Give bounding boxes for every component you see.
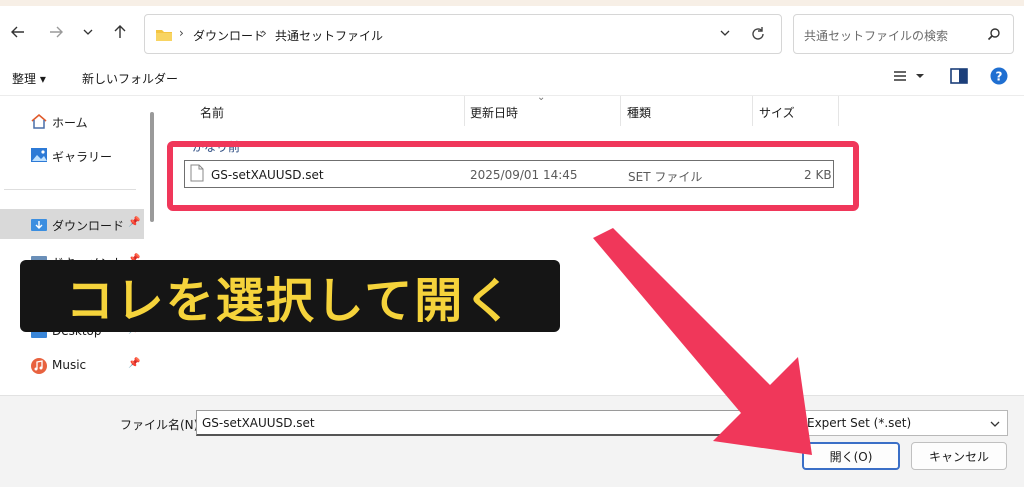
cancel-button[interactable]: キャンセル (911, 442, 1007, 470)
help-icon[interactable]: ? (990, 67, 1008, 85)
sidebar-item-home[interactable]: ホーム (0, 106, 144, 136)
folder-icon (156, 30, 172, 41)
back-arrow-icon (11, 26, 24, 38)
sidebar-scrollbar[interactable] (150, 112, 154, 222)
breadcrumb-item-downloads[interactable]: ダウンロード (193, 27, 265, 44)
column-divider[interactable] (752, 96, 753, 126)
svg-text:?: ? (996, 70, 1003, 84)
annotation-caption: コレを選択して開く (20, 260, 560, 332)
back-button[interactable] (6, 20, 30, 44)
column-header-type[interactable]: 種類 (627, 104, 651, 121)
sidebar-item-gallery[interactable]: ギャラリー (0, 140, 144, 170)
preview-pane-icon[interactable] (950, 68, 968, 84)
sidebar-item-downloads[interactable]: ダウンロード 📌 (0, 209, 144, 239)
gallery-icon (31, 148, 47, 162)
search-input[interactable]: 共通セットファイルの検索 (804, 27, 948, 44)
home-icon (31, 113, 47, 129)
sidebar-item-label: ダウンロード (52, 219, 125, 233)
column-divider[interactable] (620, 96, 621, 126)
file-list: ⌄ 名前 更新日時 種類 サイズ かなり前 GS-setXAUUSD.set 2… (164, 92, 1024, 395)
search-icon (987, 28, 1000, 41)
column-header-name[interactable]: 名前 (200, 104, 224, 121)
filename-input[interactable]: GS-setXAUUSD.set (196, 410, 788, 436)
filename-value: GS-setXAUUSD.set (202, 416, 315, 430)
column-header-size[interactable]: サイズ (759, 104, 795, 121)
column-divider[interactable] (838, 96, 839, 126)
pin-icon: 📌 (128, 358, 141, 369)
dialog-footer: ファイル名(N): GS-setXAUUSD.set Expert Set (*… (0, 395, 1024, 487)
sidebar-item-music[interactable]: Music 📌 (0, 350, 144, 380)
chevron-down-icon[interactable] (719, 27, 731, 39)
downloads-folder-icon (31, 219, 47, 231)
organize-menu-button[interactable]: 整理 ▾ (12, 70, 46, 87)
up-button[interactable] (108, 20, 132, 44)
recent-locations-button[interactable] (76, 20, 100, 44)
sidebar-item-label: ホーム (52, 116, 88, 130)
pin-icon: 📌 (128, 217, 141, 228)
file-type-select[interactable]: Expert Set (*.set) (800, 410, 1008, 436)
open-button[interactable]: 開く(O) (802, 442, 900, 470)
new-folder-button[interactable]: 新しいフォルダー (82, 70, 178, 87)
view-options-icon[interactable] (892, 68, 908, 84)
music-icon (31, 358, 47, 374)
column-divider[interactable] (464, 96, 465, 126)
command-bar: 整理 ▾ 新しいフォルダー ? (0, 58, 1024, 96)
search-box[interactable]: 共通セットファイルの検索 (793, 14, 1014, 54)
breadcrumb-separator: › (262, 26, 267, 40)
caret-down-icon[interactable] (916, 72, 924, 80)
chevron-down-icon (83, 29, 93, 35)
navigation-pane: ホーム ギャラリー ダウンロード 📌 ドキュメント 📌 Desktop 📌 Mu… (0, 96, 148, 395)
sidebar-item-label: ギャラリー (52, 150, 113, 164)
chevron-down-icon (990, 421, 1000, 427)
forward-button[interactable] (44, 20, 68, 44)
forward-arrow-icon (50, 26, 63, 38)
column-header-date[interactable]: 更新日時 (470, 104, 518, 121)
address-bar[interactable]: › ダウンロード › 共通セットファイル (144, 14, 782, 54)
highlight-box (167, 141, 859, 211)
up-arrow-icon (114, 25, 126, 38)
sort-chevron-icon: ⌄ (537, 92, 546, 103)
sidebar-divider (4, 189, 136, 190)
filename-label: ファイル名(N): (120, 418, 203, 432)
refresh-icon[interactable] (749, 25, 767, 43)
breadcrumb-separator: › (179, 26, 184, 40)
sidebar-item-label: Music (52, 358, 87, 372)
breadcrumb-item-current[interactable]: 共通セットファイル (275, 27, 383, 44)
navigation-bar: › ダウンロード › 共通セットファイル 共通セットファイルの検索 (0, 6, 1024, 58)
file-type-value: Expert Set (*.set) (807, 416, 912, 430)
